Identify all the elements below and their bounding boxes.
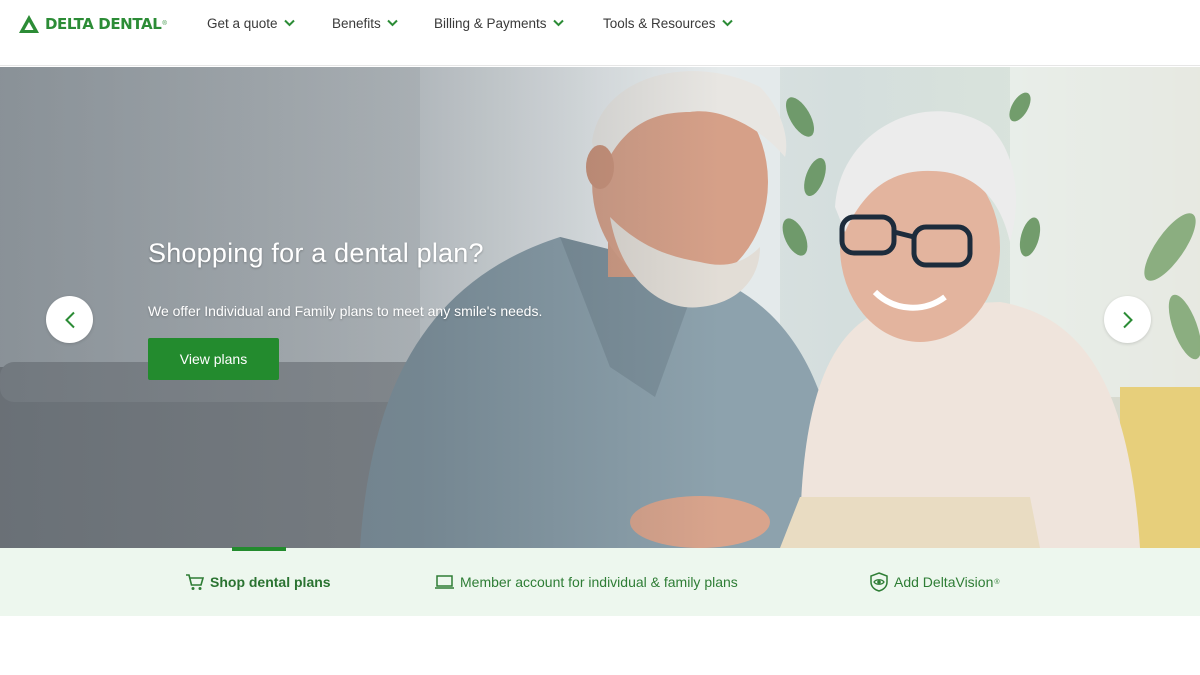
- chevron-down-icon: [387, 19, 398, 27]
- hero-subtitle: We offer Individual and Family plans to …: [148, 303, 543, 319]
- brand-trademark: ®: [162, 21, 167, 27]
- tab-label: Add DeltaVision: [894, 574, 994, 590]
- delta-dental-logo[interactable]: DELTA DENTAL ®: [18, 14, 167, 34]
- carousel-next-button[interactable]: [1104, 296, 1151, 343]
- nav-benefits[interactable]: Benefits: [332, 14, 398, 32]
- chevron-right-icon: [1122, 311, 1133, 328]
- nav-tools-resources[interactable]: Tools & Resources: [603, 14, 733, 32]
- site-header: DELTA DENTAL ® Get a quote Benefits Billi…: [0, 0, 1200, 66]
- nav-label: Tools & Resources: [603, 15, 716, 31]
- nav-label: Get a quote: [207, 15, 278, 31]
- tab-label: Shop dental plans: [210, 574, 331, 590]
- active-tab-indicator: [232, 547, 286, 551]
- chevron-down-icon: [721, 19, 733, 27]
- nav-label: Benefits: [332, 15, 381, 31]
- nav-get-a-quote[interactable]: Get a quote: [207, 14, 295, 32]
- nav-label: Billing & Payments: [434, 15, 547, 31]
- eye-shield-icon: [870, 572, 888, 592]
- view-plans-button[interactable]: View plans: [148, 338, 279, 380]
- carousel-prev-button[interactable]: [46, 296, 93, 343]
- tab-trademark: ®: [994, 578, 1000, 586]
- laptop-icon: [435, 575, 454, 589]
- chevron-down-icon: [283, 19, 295, 27]
- nav-billing-payments[interactable]: Billing & Payments: [434, 14, 564, 32]
- cart-icon: [186, 574, 205, 590]
- hero-title: Shopping for a dental plan?: [148, 238, 484, 268]
- delta-triangle-icon: [19, 15, 39, 33]
- brand-name: DELTA DENTAL: [45, 15, 162, 33]
- tab-add-deltavision[interactable]: Add DeltaVision ®: [869, 572, 1000, 592]
- tab-shop-dental-plans[interactable]: Shop dental plans: [185, 573, 331, 591]
- chevron-left-icon: [64, 311, 75, 328]
- chevron-down-icon: [552, 19, 564, 27]
- tab-member-account[interactable]: Member account for individual & family p…: [434, 573, 738, 591]
- tab-label: Member account for individual & family p…: [460, 574, 738, 590]
